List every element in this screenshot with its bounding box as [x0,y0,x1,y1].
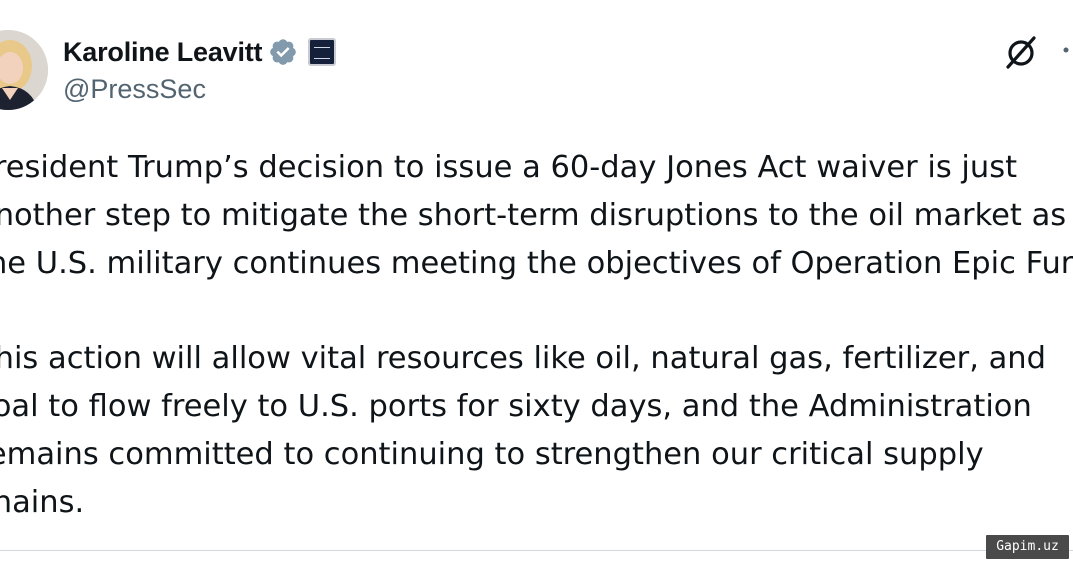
more-dots-icon[interactable] [1058,40,1073,60]
tweet-line: President Trump’s decision to issue a 60… [0,150,1018,185]
tweet-line: chains. [0,485,85,520]
divider [0,550,1073,551]
tweet-paragraph: This action will allow vital resources l… [0,335,1073,527]
white-house-badge-icon[interactable] [308,38,337,66]
watermark-label: Gapim.uz [986,535,1069,559]
tweet-text: President Trump’s decision to issue a 60… [0,144,1073,527]
verified-badge-icon[interactable] [268,37,298,67]
tweet-line: remains committed to continuing to stren… [0,437,984,472]
tweet-line: another step to mitigate the short-term … [0,198,1067,233]
tweet-line: the U.S. military continues meeting the … [0,246,1073,281]
author-display-name[interactable]: Karoline Leavitt [63,37,263,68]
grok-icon[interactable] [1001,32,1041,72]
avatar[interactable] [0,30,48,110]
tweet-line: This action will allow vital resources l… [0,341,1046,376]
avatar-photo [0,30,48,110]
tweet-paragraph: President Trump’s decision to issue a 60… [0,144,1073,288]
tweet-line: coal to flow freely to U.S. ports for si… [0,389,1032,424]
author-handle[interactable]: @PressSec [63,74,206,105]
author-name-row: Karoline Leavitt [63,33,337,71]
